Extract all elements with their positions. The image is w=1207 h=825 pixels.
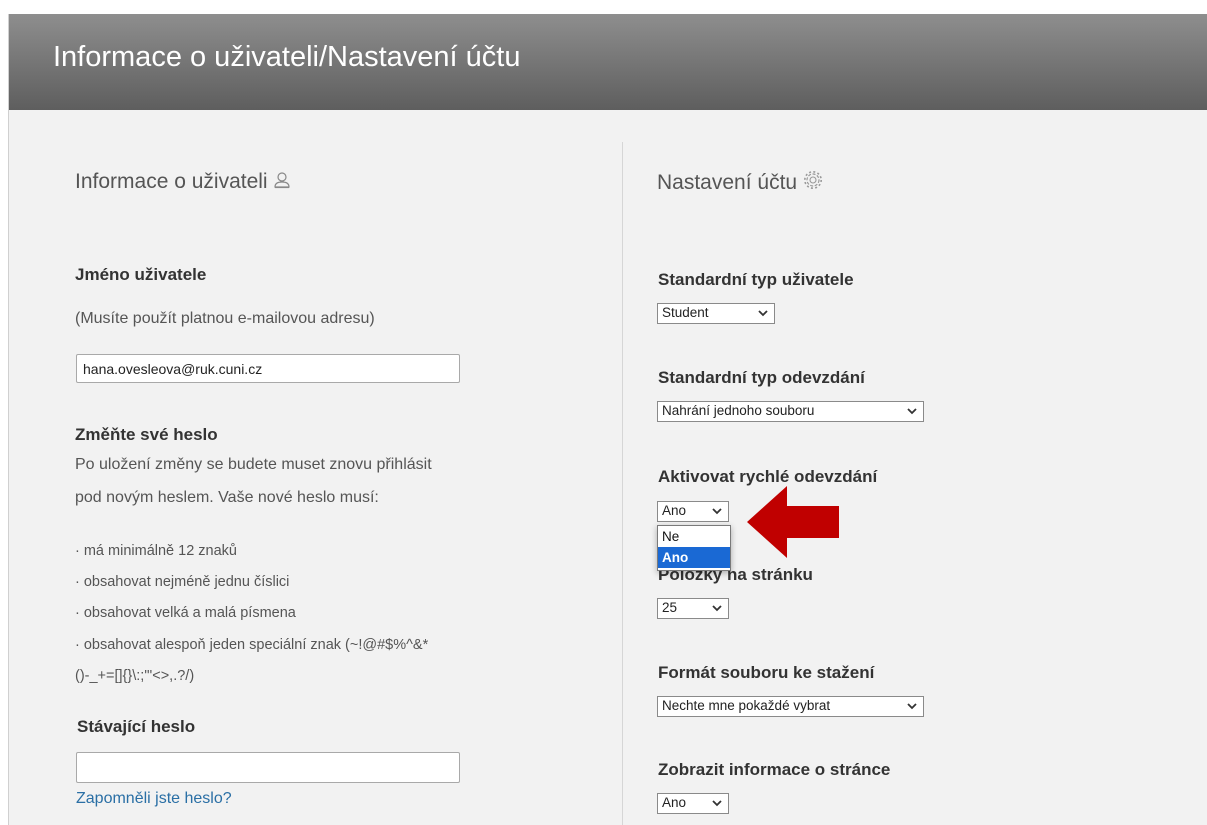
quick-submit-options-list: Ne Ano	[657, 525, 731, 571]
chevron-down-icon	[712, 508, 722, 515]
page-title: Informace o uživateli/Nastavení účtu	[53, 41, 521, 73]
chevron-down-icon	[758, 310, 768, 317]
username-input[interactable]	[76, 354, 460, 383]
submit-type-select[interactable]: Nahrání jednoho souboru	[657, 401, 924, 422]
forgot-password-link[interactable]: Zapomněli jste heslo?	[76, 790, 232, 808]
page-info-label: Zobrazit informace o stránce	[658, 760, 891, 779]
password-rule: · obsahovat velká a malá písmena	[75, 605, 296, 621]
download-format-label: Formát souboru ke stažení	[658, 663, 875, 682]
option-ano[interactable]: Ano	[658, 547, 730, 568]
option-ne[interactable]: Ne	[658, 526, 730, 547]
user-type-select[interactable]: Student	[657, 303, 775, 324]
submit-type-label: Standardní typ odevzdání	[658, 368, 865, 387]
quick-submit-select[interactable]: Ano	[657, 501, 729, 522]
gear-icon	[803, 171, 822, 189]
password-rule: · obsahovat nejméně jednu číslici	[75, 574, 290, 590]
red-arrow-icon	[747, 486, 839, 558]
column-divider	[622, 142, 623, 825]
download-format-select[interactable]: Nechte mne pokaždé vybrat	[657, 696, 924, 717]
user-icon	[274, 172, 291, 189]
chevron-down-icon	[712, 800, 722, 807]
page-frame: Informace o uživateli/Nastavení účtu Inf…	[8, 14, 1207, 825]
password-rule: · má minimálně 12 znaků	[75, 543, 237, 559]
page-info-value: Ano	[662, 795, 687, 810]
per-page-value: 25	[662, 600, 678, 615]
password-text-1: Po uložení změny se budete muset znovu p…	[75, 456, 432, 473]
chevron-down-icon	[907, 703, 917, 710]
user-info-title-text: Informace o uživateli	[75, 170, 268, 193]
password-rule: ()-_+=[]{}\:;"'<>,.?/)	[75, 668, 195, 684]
current-password-input[interactable]	[76, 752, 460, 783]
password-rule: · obsahovat alespoň jeden speciální znak…	[75, 637, 429, 653]
quick-submit-value: Ano	[662, 503, 687, 518]
chevron-down-icon	[712, 605, 722, 612]
user-info-title: Informace o uživateli	[75, 170, 291, 194]
submit-type-value: Nahrání jednoho souboru	[662, 403, 815, 418]
username-label: Jméno uživatele	[75, 265, 207, 284]
account-settings-title: Nastavení účtu	[657, 170, 823, 195]
password-text-2: pod novým heslem. Vaše nové heslo musí:	[75, 489, 379, 506]
username-hint: (Musíte použít platnou e-mailovou adresu…	[75, 310, 375, 327]
current-password-label: Stávající heslo	[77, 717, 196, 736]
user-type-value: Student	[662, 305, 709, 320]
chevron-down-icon	[907, 408, 917, 415]
page-header: Informace o uživateli/Nastavení účtu	[9, 14, 1207, 110]
download-format-value: Nechte mne pokaždé vybrat	[662, 698, 831, 713]
user-type-label: Standardní typ uživatele	[658, 270, 854, 289]
page-info-select[interactable]: Ano	[657, 793, 729, 814]
per-page-select[interactable]: 25	[657, 598, 729, 619]
change-password-heading: Změňte své heslo	[75, 425, 218, 444]
account-settings-title-text: Nastavení účtu	[657, 171, 798, 194]
